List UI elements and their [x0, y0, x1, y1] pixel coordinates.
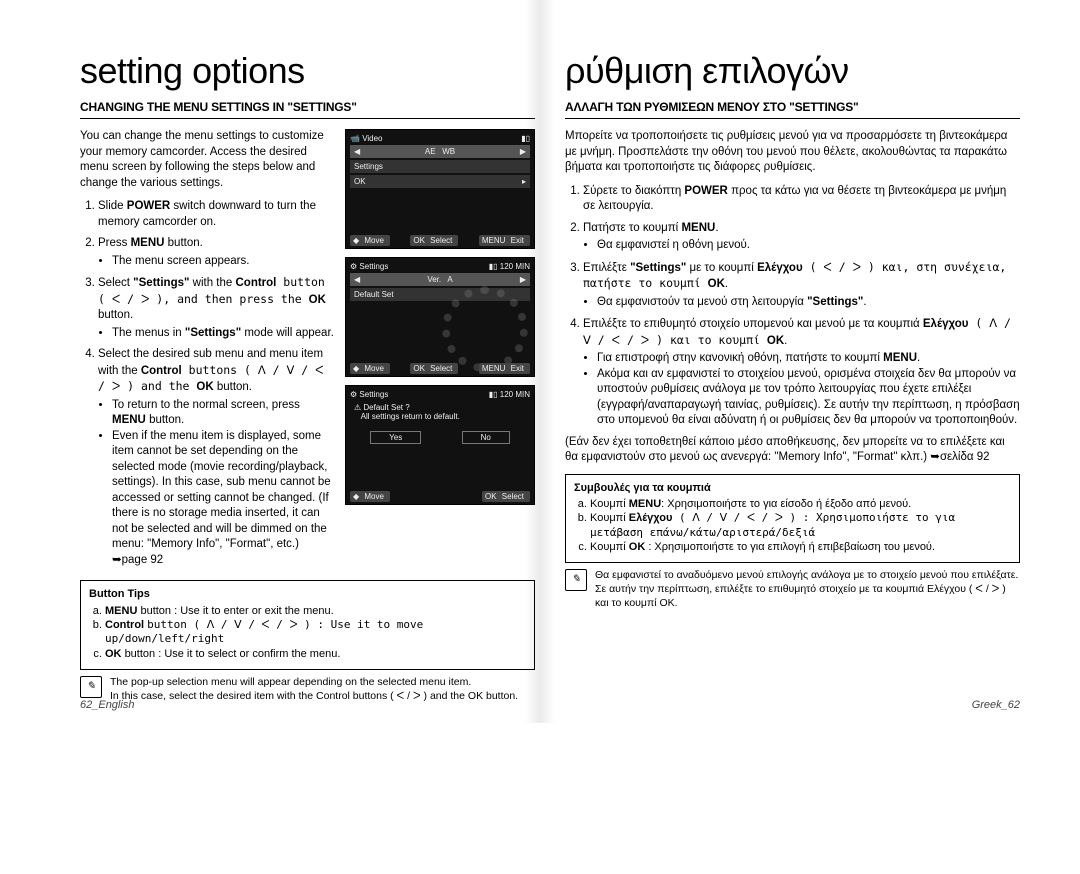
left-page-number: 62_English	[80, 699, 134, 711]
right-note: ✎ Θα εμφανιστεί το αναδυόμενο μενού επιλ…	[565, 569, 1020, 610]
note-icon: ✎	[565, 569, 587, 591]
right-column: ρύθμιση επιλογών ΑΛΛΑΓΗ ΤΩΝ ΡΥΘΜΙΣΕΩΝ ΜΕ…	[565, 50, 1020, 703]
right-title: ρύθμιση επιλογών	[565, 50, 1020, 92]
left-intro: You can change the menu settings to cust…	[80, 129, 335, 191]
right-tail: (Εάν δεν έχει τοποθετηθεί κάποιο μέσο απ…	[565, 435, 1020, 466]
rtip-b: Κουμπί Ελέγχου ( ᐱ / ᐯ / ᐸ / ᐳ ) : Χρησι…	[590, 511, 1011, 540]
tip-c: OK button : Use it to select or confirm …	[105, 647, 526, 661]
left-step-4: Select the desired sub menu and menu ite…	[98, 347, 335, 568]
right-tips-box: Συμβουλές για τα κουμπιά Κουμπί MENU: Χρ…	[565, 474, 1020, 563]
left-tips-box: Button Tips MENU button : Use it to ente…	[80, 580, 535, 669]
rtip-c: Κουμπί OK : Χρησιμοποιήστε το για επιλογ…	[590, 540, 1011, 554]
rtip-a: Κουμπί MENU: Χρησιμοποιήστε το για είσοδ…	[590, 497, 1011, 511]
gear-icon	[442, 286, 528, 372]
right-step-4: Επιλέξτε το επιθυμητό στοιχείο υπομενού …	[583, 316, 1020, 429]
screen-settings: ⚙ Settings▮▯ 120 MIN ◀Ver. A▶ Default Se…	[345, 257, 535, 377]
right-intro: Μπορείτε να τροποποιήσετε τις ρυθμίσεις …	[565, 129, 1020, 176]
left-step-3: Select "Settings" with the Control butto…	[98, 275, 335, 341]
right-step-1: Σύρετε το διακόπτη POWER προς τα κάτω γι…	[583, 184, 1020, 215]
right-subtitle: ΑΛΛΑΓΗ ΤΩΝ ΡΥΘΜΙΣΕΩΝ ΜΕΝΟΥ ΣΤΟ "SETTINGS…	[565, 100, 1020, 119]
camcorder-screens: 📹 Video▮▯ ◀AE WB▶ Settings OK▸ ◆ MoveOK …	[345, 129, 535, 574]
left-title: setting options	[80, 50, 535, 92]
left-steps: Slide POWER switch downward to turn the …	[80, 199, 335, 568]
left-step-2: Press MENU button. The menu screen appea…	[98, 236, 335, 269]
right-step-2: Πατήστε το κουμπί MENU. Θα εμφανιστεί η …	[583, 221, 1020, 254]
left-column: setting options CHANGING THE MENU SETTIN…	[80, 50, 535, 703]
tip-b: Control button ( ᐱ / ᐯ / ᐸ / ᐳ ) : Use i…	[105, 618, 526, 647]
screen-video: 📹 Video▮▯ ◀AE WB▶ Settings OK▸ ◆ MoveOK …	[345, 129, 535, 249]
no-button: No	[462, 431, 510, 444]
right-page-number: Greek_62	[972, 699, 1020, 711]
yes-button: Yes	[370, 431, 421, 444]
tip-a: MENU button : Use it to enter or exit th…	[105, 604, 526, 618]
left-subtitle: CHANGING THE MENU SETTINGS IN "SETTINGS"	[80, 100, 535, 119]
right-step-3: Επιλέξτε "Settings" με το κουμπί Ελέγχου…	[583, 260, 1020, 311]
right-steps: Σύρετε το διακόπτη POWER προς τα κάτω γι…	[565, 184, 1020, 429]
screen-confirm: ⚙ Settings▮▯ 120 MIN ⚠ Default Set ? All…	[345, 385, 535, 505]
note-icon: ✎	[80, 676, 102, 698]
left-step-1: Slide POWER switch downward to turn the …	[98, 199, 335, 230]
left-note: ✎ The pop-up selection menu will appear …	[80, 676, 535, 703]
manual-page: setting options CHANGING THE MENU SETTIN…	[0, 0, 1080, 723]
